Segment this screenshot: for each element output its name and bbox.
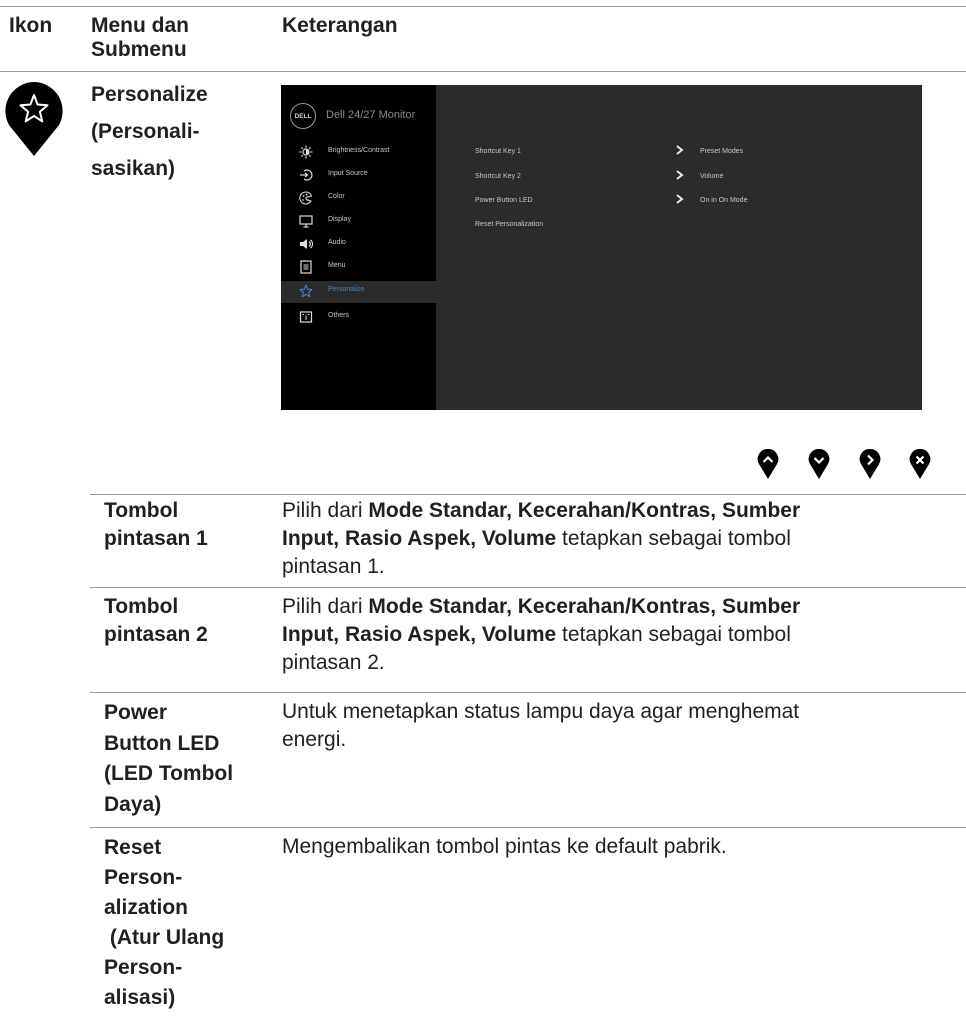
osd-item-label: Color [328,193,345,200]
desc-text: energi. [282,728,347,751]
menu-title-line3: sasikan) [91,157,176,180]
menu-title-line2: (Personali- [91,120,200,143]
desc-text: pintasan 1. [282,555,385,578]
personalize-star-icon [5,82,63,156]
dell-logo: DELL [290,103,316,129]
osd-main-menu: DELL Dell 24/27 Monitor Brightness/Contr… [281,85,436,410]
row-label-line: pintasan 2 [104,623,208,646]
row-desc-power-led: Untuk menetapkan status lampu daya agar … [282,698,952,754]
chevron-right-icon [676,145,684,155]
right-button-icon [859,448,881,479]
value-preset-modes: Preset Modes [700,148,744,155]
desc-bold: Input, Rasio Aspek, Volume [282,623,557,646]
row-label-reset: Reset Person- alization (Atur Ulang Pers… [104,833,224,1013]
row-desc-shortcut-1: Pilih dari Mode Standar, Kecerahan/Kontr… [282,497,952,581]
submenu-shortcut-key-2[interactable]: Shortcut Key 2 [475,173,521,180]
osd-item-others[interactable]: i Others [281,307,436,329]
header-keterangan: Keterangan [282,14,398,37]
row-rule [90,692,966,693]
osd-item-label: Personalize [328,286,365,293]
chevron-right-icon [676,170,684,180]
osd-item-label: Menu [328,262,346,269]
row-label-line: Person- [104,956,183,979]
row-label-line: pintasan 1 [104,527,208,550]
value-volume: Volume [700,173,724,180]
up-button-icon [757,448,779,479]
header-ikon: Ikon [9,14,53,37]
row-label-shortcut-2: Tombol pintasan 2 [104,593,208,649]
desc-bold: Mode Standar, Kecerahan/Kontras, Sumber [368,499,801,522]
osd-item-label: Others [328,312,350,319]
desc-text: tetapkan sebagai tombol [556,527,791,550]
submenu-reset-personalization[interactable]: Reset Personalization [475,221,543,228]
row-label-line: (Atur Ulang [104,926,225,949]
chevron-right-icon [676,194,684,204]
desc-text: Pilih dari [282,499,369,522]
value-power-led: On in On Mode [700,197,748,204]
osd-item-audio[interactable]: Audio [281,234,436,256]
brightness-icon [299,145,313,159]
row-label-shortcut-1: Tombol pintasan 1 [104,497,208,553]
row-label-line: alization [104,896,189,919]
desc-bold: Input, Rasio Aspek, Volume [282,527,557,550]
menu-icon [300,260,312,274]
osd-item-label: Audio [328,239,346,246]
row-rule [90,827,966,828]
osd-item-label: Input Source [328,170,368,177]
star-icon [299,284,313,298]
header-menu-line2: Submenu [91,38,187,61]
osd-item-input-source[interactable]: Input Source [281,165,436,187]
desc-text: Untuk menetapkan status lampu daya agar … [282,700,800,723]
header-menu-line1: Menu dan [91,14,189,37]
row-label-line: Tombol [104,595,179,618]
row-label-line: (LED Tombol [104,762,234,785]
row-label-line: Power [104,701,168,724]
osd-item-color[interactable]: Color [281,188,436,210]
row-label-line: Reset [104,836,162,859]
osd-item-personalize[interactable]: Personalize [281,281,436,303]
row-rule [90,587,966,588]
down-button-icon [808,448,830,479]
row-label-line: Person- [104,866,183,889]
row-rule [90,494,966,495]
svg-text:i: i [305,313,307,322]
submenu-shortcut-key-1[interactable]: Shortcut Key 1 [475,148,521,155]
color-icon [299,191,313,205]
desc-text: tetapkan sebagai tombol [556,623,791,646]
osd-item-label: Brightness/Contrast [328,147,390,154]
top-rule [0,6,966,7]
others-icon: i [299,311,313,323]
audio-icon [300,239,313,249]
row-desc-shortcut-2: Pilih dari Mode Standar, Kecerahan/Kontr… [282,593,952,677]
osd-item-display[interactable]: Display [281,211,436,233]
row-label-power-led: Power Button LED (LED Tombol Daya) [104,698,233,820]
desc-text: Mengembalikan tombol pintas ke default p… [282,835,727,858]
osd-screenshot: DELL Dell 24/27 Monitor Brightness/Contr… [281,85,922,410]
row-label-line: Daya) [104,792,162,816]
osd-title: Dell 24/27 Monitor [326,109,416,121]
desc-text: Pilih dari [282,595,369,618]
desc-text: pintasan 2. [282,651,385,674]
submenu-power-button-led[interactable]: Power Button LED [475,197,533,204]
close-button-icon [909,448,931,479]
row-label-line: Button LED [104,731,220,755]
osd-item-menu[interactable]: Menu [281,257,436,279]
osd-item-label: Display [328,216,351,223]
row-label-line: alisasi) [104,986,176,1009]
desc-bold: Mode Standar, Kecerahan/Kontras, Sumber [368,595,801,618]
osd-item-brightness-contrast[interactable]: Brightness/Contrast [281,142,436,164]
row-label-line: Tombol [104,499,179,522]
menu-title-line1: Personalize [91,83,208,106]
input-source-icon [300,169,313,181]
header-rule [0,71,966,72]
display-icon [299,215,313,228]
row-desc-reset: Mengembalikan tombol pintas ke default p… [282,833,952,861]
